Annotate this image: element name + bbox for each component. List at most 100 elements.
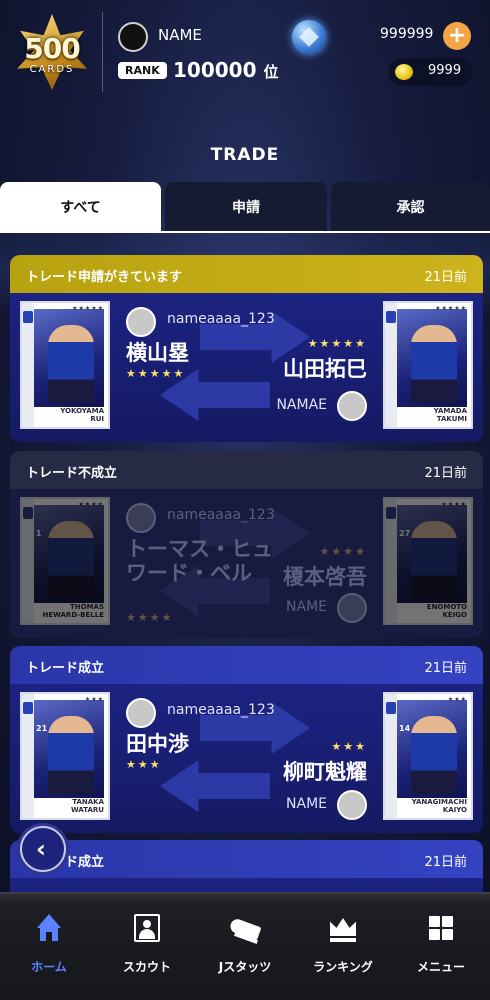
requested-player-name: 榎本啓吾 <box>283 565 367 589</box>
trade-list[interactable]: トレード申請がきています 21日前 ★★★★★ YOKOYAMA RUI nam… <box>0 240 490 892</box>
rank-badge: RANK <box>118 62 167 79</box>
chevron-left-icon: ‹ <box>36 835 46 863</box>
nav-home-label: ホーム <box>31 960 67 974</box>
trade-header: トレード成立 21日前 <box>10 840 483 878</box>
club-crest-icon <box>23 311 33 323</box>
nav-home[interactable]: ホーム <box>0 894 98 990</box>
nav-scout-label: スカウト <box>122 960 171 974</box>
crown-icon <box>328 914 358 944</box>
tab-approvals[interactable]: 承認 <box>331 182 490 232</box>
card-player-number: 27 <box>399 529 411 538</box>
rank-value: 100000 位 <box>173 58 278 82</box>
card-stars: ★★★ <box>447 696 467 703</box>
nav-ranking-label: ランキング <box>313 960 373 974</box>
tab-underline <box>0 231 490 233</box>
user-avatar[interactable] <box>118 22 148 52</box>
tab-requests[interactable]: 申請 <box>165 182 327 232</box>
trade-header: トレード不成立 21日前 <box>10 451 483 489</box>
scout-card-icon <box>132 914 162 944</box>
player-figure <box>48 325 94 403</box>
requested-player-stars: ★★★★★ <box>307 337 367 350</box>
card-player-number: 21 <box>36 724 48 733</box>
requested-player-stars: ★★★★ <box>319 545 367 558</box>
player-figure <box>411 521 457 599</box>
card-stars: ★★★★★ <box>72 305 104 312</box>
gold-coin-icon <box>395 64 413 80</box>
trade-body: 1 ★★★★ THOMAS HEWARD-BELLE nameaaaa_123 … <box>10 489 483 638</box>
player-card-left[interactable]: 21 ★★★ TANAKA WATARU <box>20 692 110 820</box>
scout-icon-body <box>139 929 155 939</box>
requested-player-name: 山田拓巳 <box>283 357 367 381</box>
player-figure <box>411 325 457 403</box>
trade-status: トレード申請がきています <box>26 270 183 285</box>
offered-player-stars: ★★★ <box>126 758 162 771</box>
header-divider <box>102 12 103 92</box>
football-boot-icon <box>228 914 262 944</box>
player-figure <box>48 521 94 599</box>
grid-menu-icon <box>426 914 456 944</box>
back-button[interactable]: ‹ <box>20 826 66 872</box>
nav-menu-label: メニュー <box>416 960 465 974</box>
receiver-avatar[interactable] <box>337 790 367 820</box>
nav-jstats-label: Jスタッツ <box>218 960 272 974</box>
receiver-avatar[interactable] <box>337 391 367 421</box>
gem-icon[interactable] <box>292 20 326 54</box>
requested-player-name: 柳町魁耀 <box>283 760 367 784</box>
trade-header: トレード申請がきています 21日前 <box>10 255 483 293</box>
header: 500 CARDS NAME 999999 + RANK 100000 位 99… <box>0 0 490 110</box>
tab-bar: すべて 申請 承認 <box>0 182 490 232</box>
trade-header: トレード成立 21日前 <box>10 646 483 684</box>
trade-time: 21日前 <box>424 855 467 870</box>
player-card-right[interactable]: 14 ★★★ YANAGIMACHI KAIYO <box>383 692 473 820</box>
home-icon-roof <box>37 914 61 928</box>
player-figure <box>411 716 457 794</box>
card-player-name: ENOMOTO KEIGO <box>426 603 467 619</box>
nav-scout[interactable]: スカウト <box>98 894 196 990</box>
trade-time: 21日前 <box>424 270 467 285</box>
tab-all[interactable]: すべて <box>0 182 161 232</box>
trade-item[interactable]: トレード不成立 21日前 1 ★★★★ THOMAS HEWARD-BELLE … <box>10 451 483 638</box>
trade-status: トレード不成立 <box>26 466 118 481</box>
nav-jstats[interactable]: Jスタッツ <box>196 894 294 990</box>
trade-item[interactable]: トレード申請がきています 21日前 ★★★★★ YOKOYAMA RUI nam… <box>10 255 483 442</box>
club-crest-icon <box>23 507 33 519</box>
requester-avatar[interactable] <box>126 698 156 728</box>
gold-balance: 9999 <box>428 63 462 78</box>
trade-status: トレード成立 <box>26 661 105 676</box>
card-player-number: 1 <box>36 529 42 538</box>
500-cards-logo[interactable]: 500 CARDS <box>14 14 90 90</box>
user-name: NAME <box>158 26 202 44</box>
trade-body: 21 ★★★ TANAKA WATARU nameaaaa_123 田中渉 ★★… <box>10 684 483 833</box>
player-card-right[interactable]: ★★★★★ YAMADA TAKUMI <box>383 301 473 429</box>
grid-icon-square <box>429 929 440 940</box>
grid-icon-square <box>442 916 453 927</box>
scout-icon-head <box>143 920 151 928</box>
arrow-left-icon <box>160 760 270 812</box>
rank-number: 100000 <box>173 58 257 82</box>
nav-ranking[interactable]: ランキング <box>294 894 392 990</box>
receiver-name: NAMAE <box>276 397 327 413</box>
rank-unit: 位 <box>263 63 279 81</box>
nav-menu[interactable]: メニュー <box>392 894 490 990</box>
club-crest-icon <box>386 507 396 519</box>
requester-avatar[interactable] <box>126 307 156 337</box>
bottom-nav: ホーム スカウト Jスタッツ ランキング メニュー <box>0 892 490 1000</box>
add-coins-button[interactable]: + <box>443 22 471 50</box>
home-icon-door <box>46 932 52 941</box>
player-card-left[interactable]: 1 ★★★★ THOMAS HEWARD-BELLE <box>20 497 110 625</box>
offered-player-stars: ★★★★★ <box>126 367 186 380</box>
requester-avatar[interactable] <box>126 503 156 533</box>
player-card-left[interactable]: ★★★★★ YOKOYAMA RUI <box>20 301 110 429</box>
trade-item[interactable]: トレード成立 21日前 <box>10 840 483 892</box>
page-title: TRADE <box>210 145 280 165</box>
grid-icon-square <box>442 929 453 940</box>
offered-player-name: 横山塁 <box>126 341 189 365</box>
offered-player-name: トーマス・ヒュワード・ベル <box>126 537 273 585</box>
club-crest-icon <box>386 702 396 714</box>
player-card-right[interactable]: 27 ★★★★ ENOMOTO KEIGO <box>383 497 473 625</box>
card-player-name: YANAGIMACHI KAIYO <box>411 798 467 814</box>
club-crest-icon <box>23 702 33 714</box>
trade-item[interactable]: トレード成立 21日前 21 ★★★ TANAKA WATARU nameaaa… <box>10 646 483 833</box>
coin-balance: 999999 <box>380 26 434 42</box>
receiver-avatar[interactable] <box>337 593 367 623</box>
